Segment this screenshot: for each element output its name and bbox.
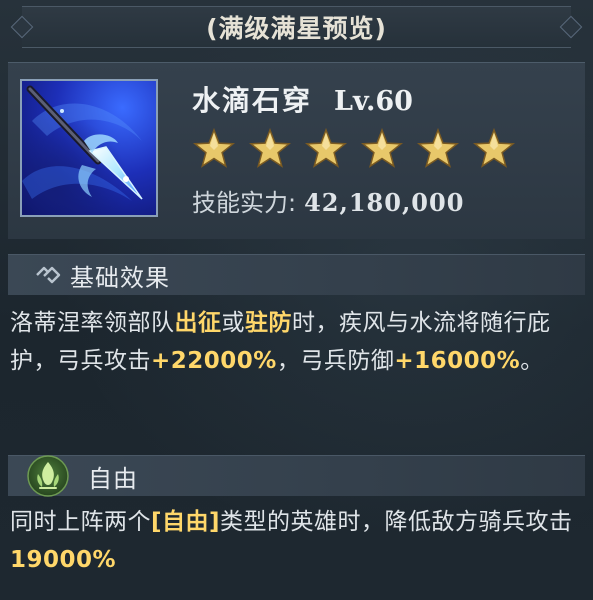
text-segment: 。 [520, 348, 544, 374]
text-segment: 类型的英雄时，降低敌方骑兵攻击 [220, 509, 573, 535]
highlight-segment: +22000% [151, 348, 277, 374]
basic-effect-description: 洛蒂涅率领部队出征或驻防时，疾风与水流将随行庇护，弓兵攻击+22000%，弓兵防… [10, 304, 585, 380]
highlight-segment: 驻防 [245, 310, 292, 336]
leaf-flame-icon [27, 455, 69, 497]
star-icon [248, 127, 292, 168]
highlight-segment: 出征 [174, 310, 222, 336]
highlight-segment: 19000% [10, 547, 117, 573]
highlight-segment: +16000% [394, 348, 521, 374]
skill-power: 技能实力: 42,180,000 [192, 183, 464, 218]
faction-effect-description: 同时上阵两个[自由]类型的英雄时，降低敌方骑兵攻击 19000% [10, 503, 585, 579]
star-icon [304, 127, 348, 168]
power-label: 技能实力: [192, 189, 297, 217]
star-icon [472, 127, 516, 168]
text-segment: 洛蒂涅率领部队 [10, 310, 175, 336]
basic-effect-title: 基础效果 [70, 263, 170, 292]
basic-effect-header: 基础效果 [8, 254, 585, 295]
skill-name: 水滴石穿 [192, 84, 313, 117]
skill-detail-panel: (满级满星预览) 水滴石穿 Lv.60 技能实力: 42,180,000 基础效… [0, 0, 593, 600]
star-icon [360, 127, 404, 168]
text-segment: ，弓兵防御 [276, 348, 395, 374]
skill-title-row: 水滴石穿 Lv.60 [192, 79, 413, 119]
star-icon [416, 127, 460, 168]
power-value: 42,180,000 [304, 188, 465, 217]
banner-title: (满级满星预览) [206, 14, 387, 43]
star-icon [192, 127, 236, 168]
preview-banner: (满级满星预览) [22, 6, 571, 48]
faction-effect-title: 自由 [88, 464, 138, 493]
skill-level: Lv.60 [334, 86, 413, 117]
skill-header-card: 水滴石穿 Lv.60 技能实力: 42,180,000 [8, 62, 585, 239]
text-segment: 同时上阵两个 [10, 509, 151, 535]
text-segment: 或 [221, 310, 245, 336]
star-rating [192, 127, 516, 171]
highlight-segment: [自由] [151, 509, 221, 535]
link-chain-icon [36, 266, 61, 284]
water-spear-icon [20, 79, 158, 217]
faction-effect-header: 自由 [8, 455, 585, 497]
